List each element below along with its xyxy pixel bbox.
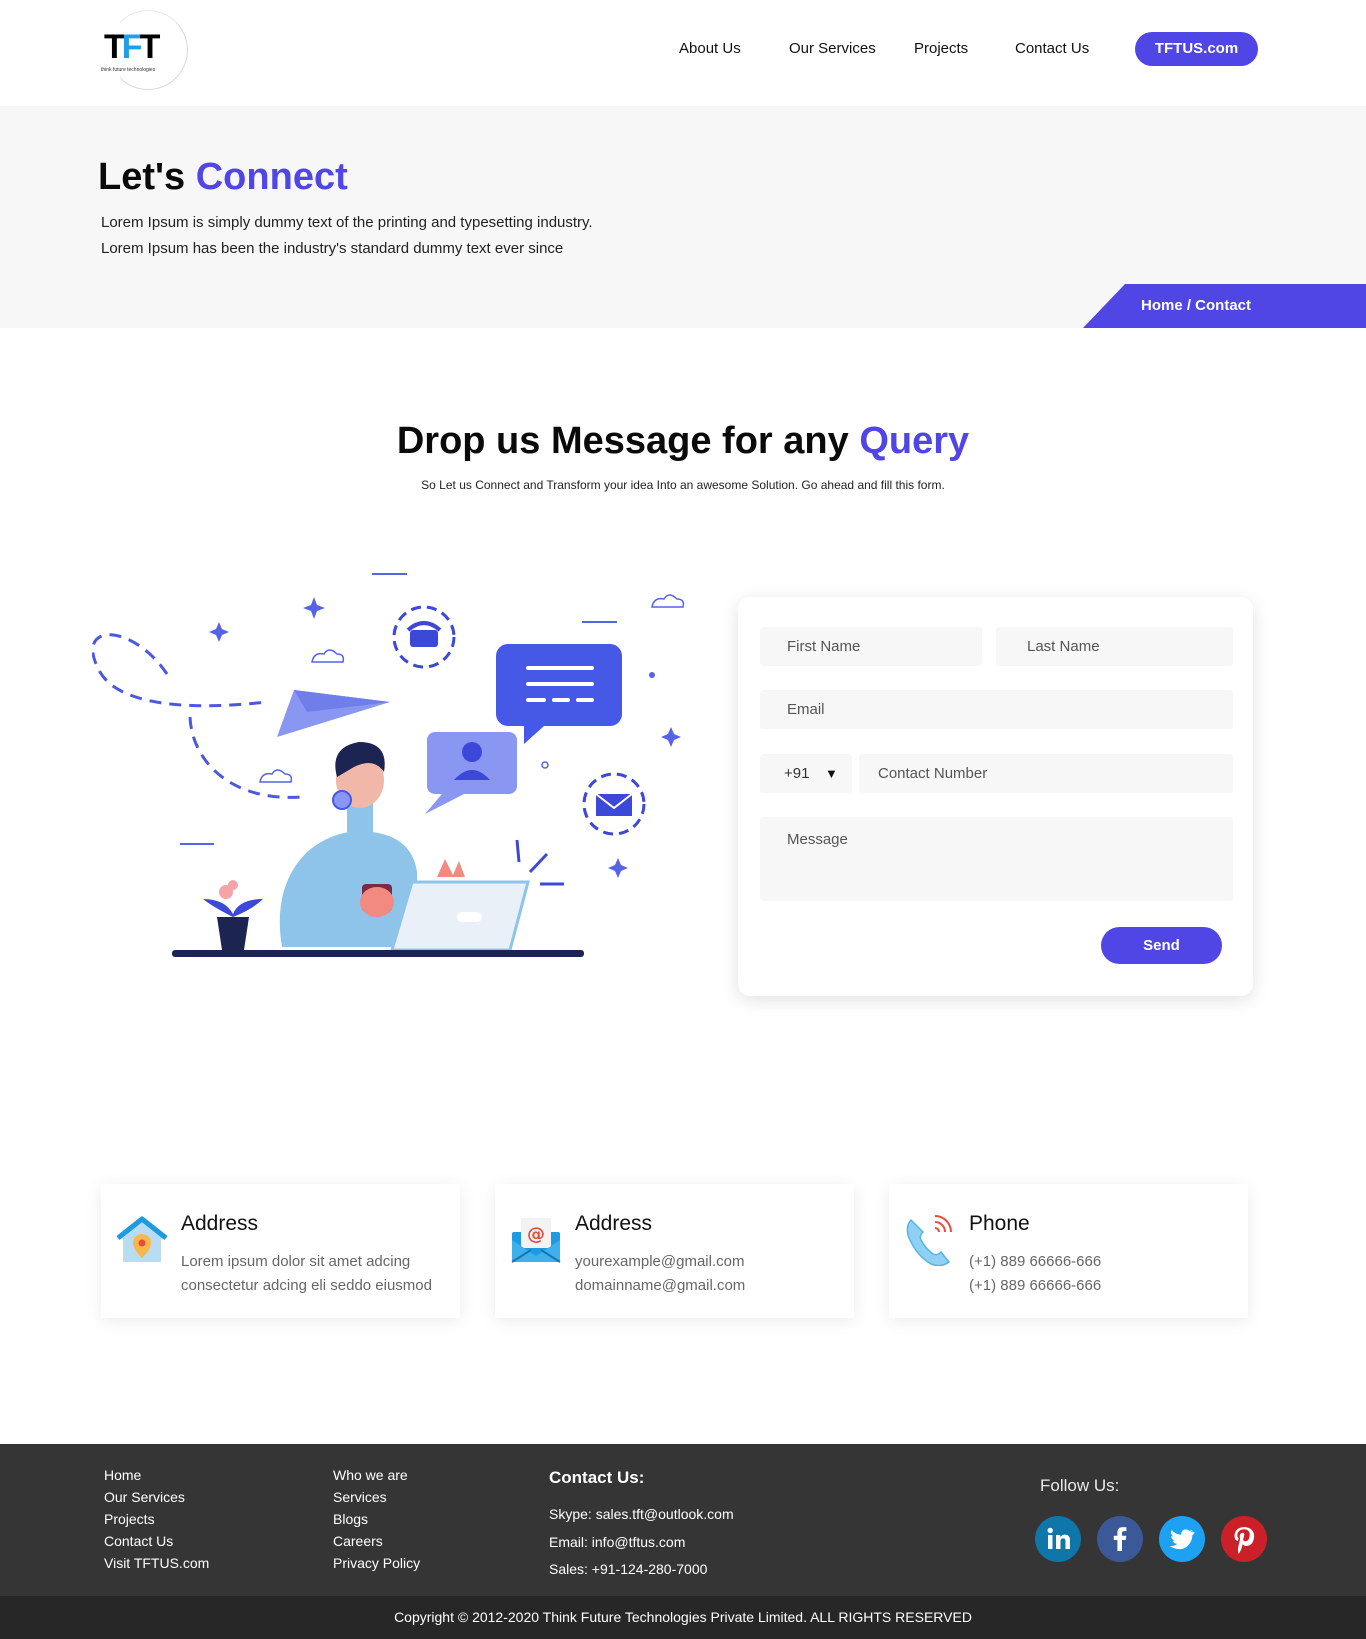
info-card-phone: Phone (+1) 889 66666-666 (+1) 889 66666-… — [889, 1184, 1248, 1318]
info-line-1: yourexample@gmail.com — [575, 1253, 745, 1270]
hero-title-prefix: Let's — [98, 156, 196, 198]
hero-description: Lorem Ipsum is simply dummy text of the … — [101, 210, 593, 262]
nav-projects[interactable]: Projects — [914, 40, 968, 57]
section-title: Drop us Message for any Query — [0, 420, 1366, 463]
chevron-down-icon: ▼ — [825, 766, 838, 781]
last-name-input[interactable] — [996, 627, 1233, 666]
footer-link-visit-tftus[interactable]: Visit TFTUS.com — [104, 1552, 209, 1574]
info-title: Address — [575, 1212, 653, 1235]
footer-link-services[interactable]: Services — [333, 1486, 420, 1508]
footer-contact-title: Contact Us: — [549, 1468, 645, 1487]
linkedin-icon[interactable] — [1035, 1516, 1081, 1562]
hero-title-accent: Connect — [195, 156, 348, 198]
first-name-input[interactable] — [760, 627, 982, 666]
nav-contact-us[interactable]: Contact Us — [1015, 40, 1089, 57]
footer-email: Email: info@tftus.com — [549, 1534, 686, 1550]
svg-text:@: @ — [527, 1224, 545, 1245]
hero-title: Let's Connect — [98, 156, 348, 199]
info-title: Phone — [969, 1212, 1030, 1235]
footer-skype: Skype: sales.tft@outlook.com — [549, 1506, 734, 1522]
mail-envelope-icon: @ — [511, 1218, 561, 1263]
nav-our-services[interactable]: Our Services — [789, 40, 876, 57]
user-bubble-icon — [427, 732, 517, 794]
send-button[interactable]: Send — [1101, 927, 1222, 964]
footer-links-col-1: Home Our Services Projects Contact Us Vi… — [104, 1464, 209, 1574]
copyright-bar: Copyright © 2012-2020 Think Future Techn… — [0, 1596, 1366, 1639]
person-figure — [279, 831, 417, 947]
hero-desc-line-2: Lorem Ipsum has been the industry's stan… — [101, 240, 564, 257]
breadcrumb[interactable]: Home / Contact — [1083, 284, 1366, 328]
contact-number-input[interactable] — [859, 754, 1233, 793]
footer-link-our-services[interactable]: Our Services — [104, 1486, 209, 1508]
tftus-button[interactable]: TFTUS.com — [1135, 32, 1258, 66]
logo-mark: TFT — [104, 28, 160, 66]
info-line-2: consectetur adcing eli seddo eiusmod — [181, 1277, 432, 1294]
info-line-1: (+1) 889 66666-666 — [969, 1253, 1102, 1270]
company-logo[interactable]: TFT think future technologies — [100, 10, 188, 90]
house-location-icon — [116, 1216, 168, 1262]
twitter-icon[interactable] — [1159, 1516, 1205, 1562]
info-line-2: domainname@gmail.com — [575, 1277, 746, 1294]
hero-banner: Let's Connect Lorem Ipsum is simply dumm… — [0, 106, 1366, 328]
facebook-icon[interactable] — [1097, 1516, 1143, 1562]
info-line-1: Lorem ipsum dolor sit amet adcing — [181, 1253, 411, 1270]
footer-link-contact-us[interactable]: Contact Us — [104, 1530, 209, 1552]
footer-link-careers[interactable]: Careers — [333, 1530, 420, 1552]
email-input[interactable] — [760, 690, 1233, 729]
follow-us-title: Follow Us: — [1040, 1476, 1120, 1495]
section-title-prefix: Drop us Message for any — [396, 420, 860, 462]
info-card-email: @ Address yourexample@gmail.com domainna… — [495, 1184, 854, 1318]
footer-link-home[interactable]: Home — [104, 1464, 209, 1486]
section-subtitle: So Let us Connect and Transform your ide… — [421, 478, 945, 492]
hero-desc-line-1: Lorem Ipsum is simply dummy text of the … — [101, 214, 593, 231]
top-navbar: TFT think future technologies About Us O… — [0, 0, 1366, 106]
info-title: Address — [181, 1212, 259, 1235]
info-card-address: Address Lorem ipsum dolor sit amet adcin… — [101, 1184, 460, 1318]
country-code-select[interactable]: +91 ▼ — [760, 754, 852, 793]
site-footer: Home Our Services Projects Contact Us Vi… — [0, 1444, 1366, 1596]
footer-sales: Sales: +91-124-280-7000 — [549, 1561, 708, 1577]
footer-link-projects[interactable]: Projects — [104, 1508, 209, 1530]
message-textarea[interactable] — [760, 817, 1233, 901]
country-code-value: +91 — [784, 765, 810, 782]
footer-link-privacy-policy[interactable]: Privacy Policy — [333, 1552, 420, 1574]
logo-tagline: think future technologies — [101, 67, 156, 73]
section-title-accent: Query — [859, 420, 970, 462]
info-line-2: (+1) 889 66666-666 — [969, 1277, 1102, 1294]
pinterest-icon[interactable] — [1221, 1516, 1267, 1562]
phone-icon — [906, 1215, 952, 1266]
contact-illustration — [92, 573, 685, 957]
nav-about-us[interactable]: About Us — [679, 40, 741, 57]
footer-links-col-2: Who we are Services Blogs Careers Privac… — [333, 1464, 420, 1574]
footer-link-blogs[interactable]: Blogs — [333, 1508, 420, 1530]
contact-form-card: +91 ▼ Send — [738, 597, 1253, 996]
footer-link-who-we-are[interactable]: Who we are — [333, 1464, 420, 1486]
